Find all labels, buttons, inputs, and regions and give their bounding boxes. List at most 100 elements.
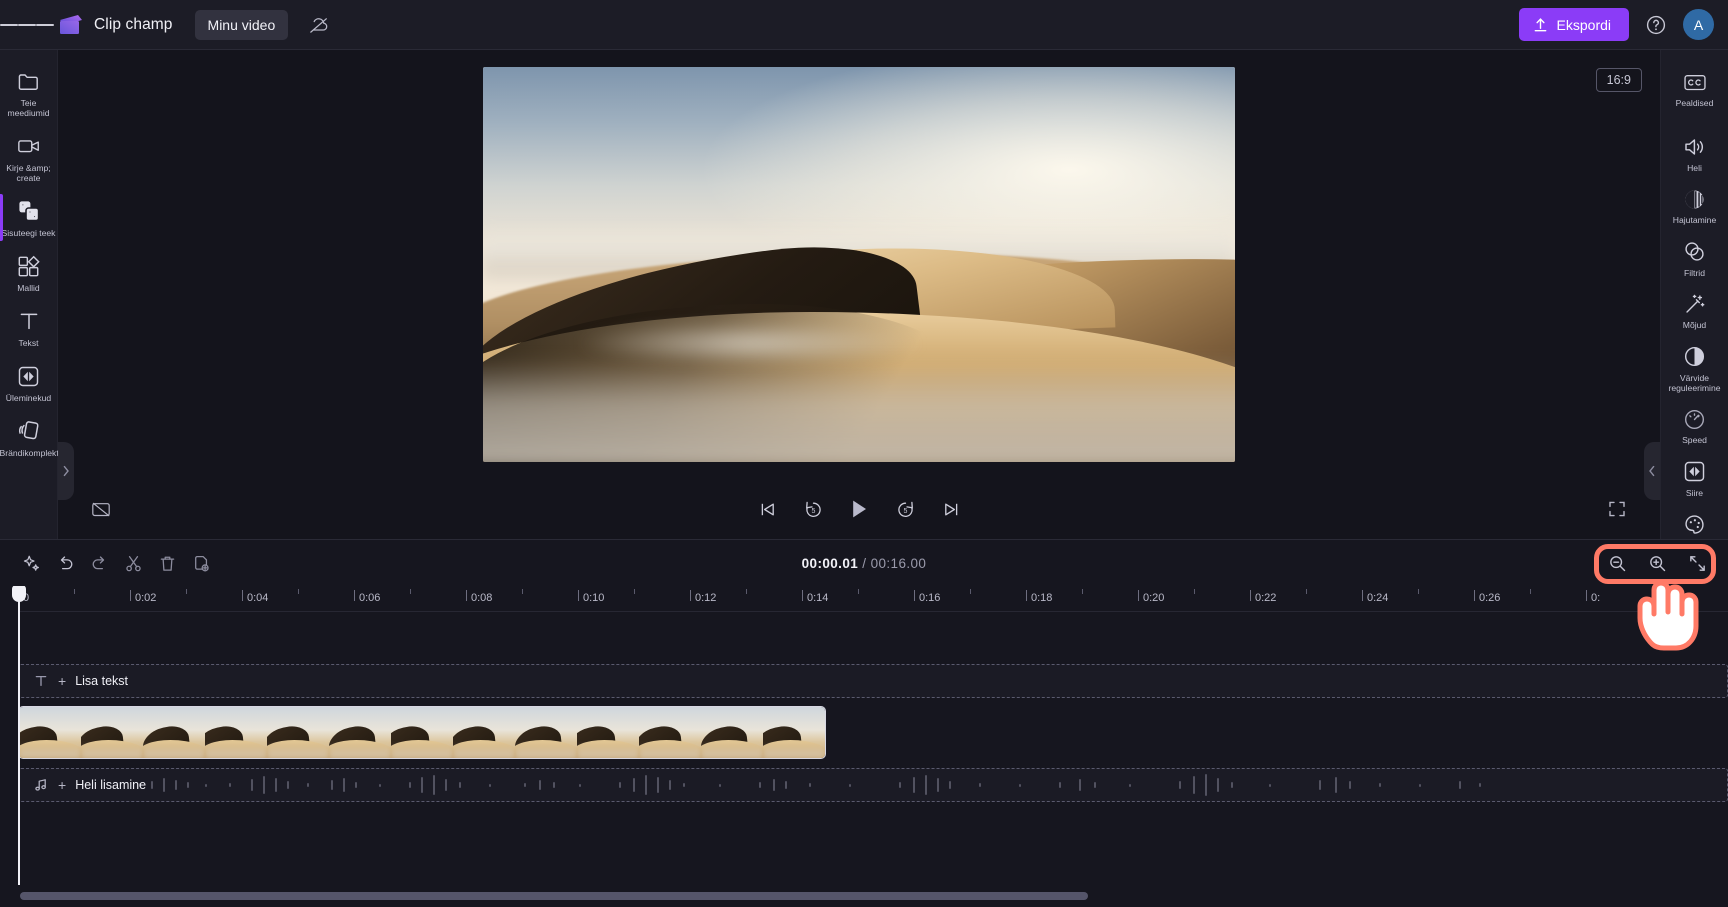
add-text-dropzone[interactable]: + Lisa tekst [18,664,1728,698]
sidebar-item-content-library[interactable]: Sisuteegi teek [0,190,58,245]
property-item-effects[interactable]: Mõjud [1661,284,1728,337]
time-separator: / [858,555,871,571]
property-item-label: Heli [1687,162,1702,173]
text-t-icon [33,673,49,689]
filters-icon [1683,240,1707,264]
svg-text:5: 5 [811,508,815,515]
avatar[interactable]: A [1683,9,1714,40]
clip-thumbnail [81,707,143,758]
property-item-label: Hajutamine [1672,215,1717,226]
ruler-minor-tick-line [970,589,971,594]
right-sidebar: Pealdised Heli Hajutamine Filtrid Mõjud … [1660,50,1728,550]
speaker-icon [1683,135,1707,159]
audio-waveform [139,774,1481,796]
zoom-out-icon[interactable] [1600,548,1634,578]
left-sidebar: Teie meediumid Kirje &amp; create Sisute… [0,50,59,539]
hamburger-icon[interactable] [0,20,54,29]
add-audio-label: Heli lisamine [75,778,147,792]
redo-button[interactable] [82,548,116,578]
property-item-captions[interactable]: Pealdised [1661,62,1728,115]
ruler-tick-label: 0:12 [695,592,717,604]
ruler-tick-line [1250,590,1251,601]
captions-off-icon[interactable] [84,492,118,526]
sidebar-item-transitions[interactable]: Üleminekud [0,355,58,410]
property-item-transition[interactable]: Siire [1661,452,1728,505]
skip-to-end-icon[interactable] [934,492,968,526]
playhead-handle[interactable] [12,586,26,602]
property-item-label: Siire [1685,487,1704,498]
music-note-icon [33,777,49,793]
timeline-track-audio[interactable]: + Heli lisamine [18,768,1728,802]
ruler-minor-tick-line [298,589,299,594]
video-preview[interactable] [483,67,1235,462]
zoom-in-icon[interactable] [1640,548,1674,578]
auto-compose-button[interactable] [14,548,48,578]
skip-to-start-icon[interactable] [750,492,784,526]
sidebar-item-brand-kit[interactable]: Brändikomplekt [0,410,59,465]
split-button[interactable] [116,548,150,578]
clip-thumbnail [391,707,453,758]
playhead[interactable] [12,586,26,885]
camera-icon [17,134,41,158]
sidebar-item-templates[interactable]: Mallid [0,245,58,300]
sidebar-item-label: Tekst [18,338,39,348]
preview-mist-low [483,359,1235,462]
property-item-speed[interactable]: Speed [1661,399,1728,452]
palette-icon [1683,512,1707,536]
timeline-horizontal-scroll [0,885,1728,907]
property-item-filters[interactable]: Filtrid [1661,232,1728,285]
clip-thumbnail [329,707,391,758]
ruler-tick-label: 0:18 [1031,592,1053,604]
property-item-label: Speed [1682,435,1707,446]
fullscreen-icon[interactable] [1600,492,1634,526]
ruler-tick-line [1362,590,1363,601]
ruler-tick-line [914,590,915,601]
aspect-ratio-badge[interactable]: 16:9 [1595,68,1642,92]
collapse-left-panel-button[interactable] [58,442,74,500]
property-item-color-adjust[interactable]: Värvide reguleerimine [1661,337,1728,399]
video-clip[interactable] [18,706,826,759]
scrollbar-thumb[interactable] [20,892,1088,900]
color-adjust-icon [1683,345,1707,369]
timeline-track-text[interactable]: + Lisa tekst [18,664,1728,698]
property-item-label: Pealdised [1675,98,1714,108]
ruler-tick-label: 0:04 [247,592,269,604]
play-icon[interactable] [842,492,876,526]
timeline-scroll-area[interactable]: 0 0:02 0:04 0:06 0:08 0:10 0:12 0:14 0:16 0:18 0:2… [0,586,1728,885]
forward-5-icon[interactable]: 5 [888,492,922,526]
sidebar-item-text[interactable]: Tekst [0,300,58,355]
property-item-fade[interactable]: Hajutamine [1661,179,1728,232]
clip-thumbnail [453,707,515,758]
player-controls: 5 5 [58,487,1660,531]
ruler-minor-tick-line [410,589,411,594]
sidebar-item-label: Mallid [17,283,40,293]
sidebar-item-record-create[interactable]: Kirje &amp; create [0,125,58,190]
export-label: Ekspordi [1556,16,1611,33]
export-button[interactable]: Ekspordi [1518,8,1629,41]
ruler-tick-line [130,590,131,601]
help-circle-icon[interactable] [1643,12,1669,38]
property-item-label: Filtrid [1683,267,1705,278]
rewind-5-icon[interactable]: 5 [796,492,830,526]
ruler-minor-tick-line [1082,589,1083,594]
duplicate-button[interactable] [184,548,218,578]
top-bar-actions: Ekspordi A [1518,8,1728,41]
add-audio-dropzone[interactable]: + Heli lisamine [18,768,1728,802]
folder-icon [17,69,41,93]
scrollbar-track[interactable] [20,892,1708,900]
undo-button[interactable] [48,548,82,578]
collapse-right-panel-button[interactable] [1644,442,1660,500]
fit-to-screen-icon[interactable] [1680,548,1714,578]
add-text-plus: + [58,673,67,689]
delete-button[interactable] [150,548,184,578]
property-item-audio[interactable]: Heli [1661,127,1728,180]
brand-home-link[interactable]: Clip champ [58,14,173,36]
cloud-off-icon[interactable] [304,10,334,40]
sidebar-item-your-media[interactable]: Teie meediumid [0,60,58,125]
effects-wand-icon [1683,292,1707,316]
project-name-chip[interactable]: Minu video [194,9,289,40]
transitions-icon [17,364,41,388]
chevron-left-icon [1649,465,1655,477]
transition-icon [1683,460,1707,484]
timeline-ruler[interactable]: 0 0:02 0:04 0:06 0:08 0:10 0:12 0:14 0:16 0:18 0:2… [18,586,1728,612]
